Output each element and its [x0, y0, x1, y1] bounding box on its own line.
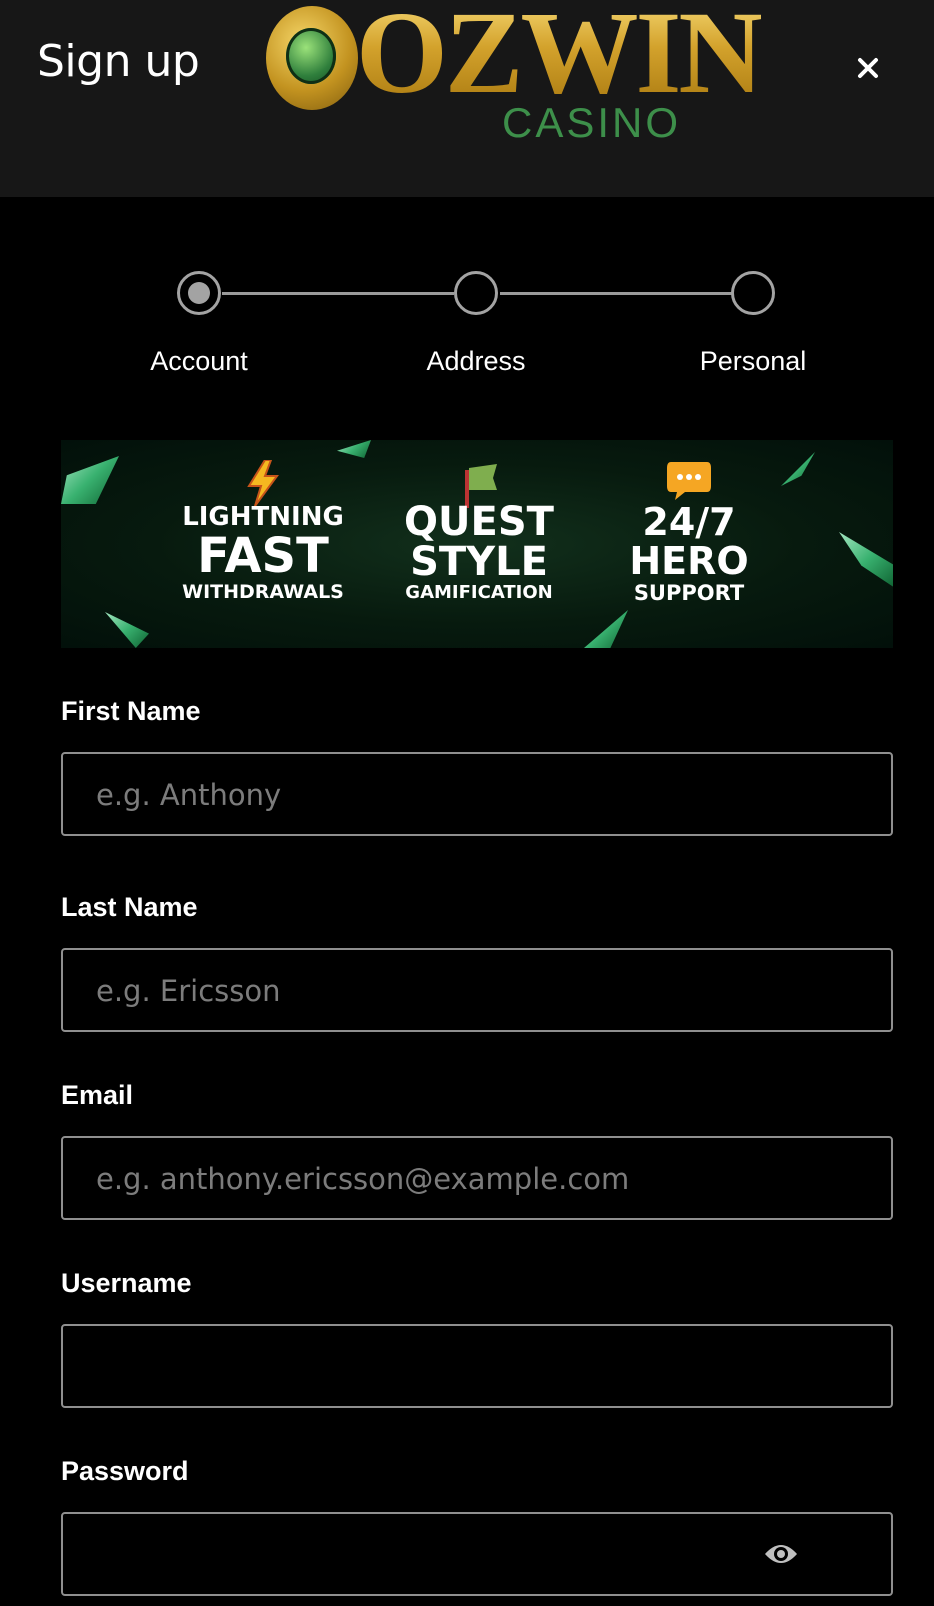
crystal-decoration — [584, 610, 628, 648]
modal-header: Sign up OZWIN CASINO — [0, 0, 934, 197]
email-label: Email — [61, 1080, 134, 1110]
crystal-decoration — [781, 452, 815, 486]
feature-quest-style: QUEST STYLE GAMIFICATION — [387, 460, 571, 604]
feature-line: GAMIFICATION — [405, 582, 553, 603]
show-password-toggle[interactable] — [763, 1540, 799, 1568]
email-input[interactable]: e.g. anthony.ericsson@example.com — [61, 1136, 893, 1220]
feature-line: STYLE — [410, 539, 548, 585]
close-button[interactable] — [850, 50, 886, 86]
password-input[interactable] — [61, 1512, 893, 1596]
chat-bubble-icon — [597, 460, 781, 502]
username-input[interactable] — [61, 1324, 893, 1408]
feature-lightning-fast: LIGHTNING FAST WITHDRAWALS — [171, 459, 355, 604]
step-account-indicator[interactable] — [177, 271, 221, 315]
feature-line: SUPPORT — [633, 581, 745, 605]
step-connector — [500, 292, 732, 295]
crystal-decoration — [61, 456, 119, 504]
step-personal-indicator[interactable] — [731, 271, 775, 315]
close-icon — [858, 58, 878, 78]
last-name-input[interactable]: e.g. Ericsson — [61, 948, 893, 1032]
step-connector — [222, 292, 454, 295]
step-label-address: Address — [426, 346, 526, 376]
eye-icon — [765, 1545, 797, 1563]
flag-icon — [387, 460, 571, 508]
page-title: Sign up — [37, 36, 200, 87]
crystal-decoration — [839, 532, 893, 588]
promo-banner: LIGHTNING FAST WITHDRAWALS QUEST STYLE G… — [61, 440, 893, 648]
logo-subtitle: CASINO — [502, 99, 682, 146]
feature-hero-support: 24/7 HERO SUPPORT — [597, 460, 781, 606]
logo-gem-icon — [286, 28, 336, 84]
crystal-decoration — [337, 440, 371, 458]
last-name-label: Last Name — [61, 892, 198, 922]
feature-line: HERO — [629, 539, 749, 583]
last-name-placeholder: e.g. Ericsson — [96, 974, 281, 1008]
email-placeholder: e.g. anthony.ericsson@example.com — [96, 1162, 630, 1196]
ozwin-casino-logo: OZWIN CASINO — [264, 0, 764, 146]
feature-line: 24/7 — [642, 500, 736, 544]
crystal-decoration — [105, 612, 149, 648]
step-label-personal: Personal — [699, 346, 807, 376]
feature-line: WITHDRAWALS — [182, 581, 344, 603]
step-label-account: Account — [150, 346, 248, 376]
password-label: Password — [61, 1456, 189, 1486]
username-label: Username — [61, 1268, 192, 1298]
step-address-indicator[interactable] — [454, 271, 498, 315]
logo-wordmark: OZWIN — [356, 0, 764, 112]
first-name-input[interactable]: e.g. Anthony — [61, 752, 893, 836]
lightning-icon — [171, 459, 355, 507]
first-name-label: First Name — [61, 696, 201, 726]
feature-line: FAST — [197, 528, 329, 584]
first-name-placeholder: e.g. Anthony — [96, 778, 282, 812]
feature-line: QUEST — [404, 499, 554, 545]
